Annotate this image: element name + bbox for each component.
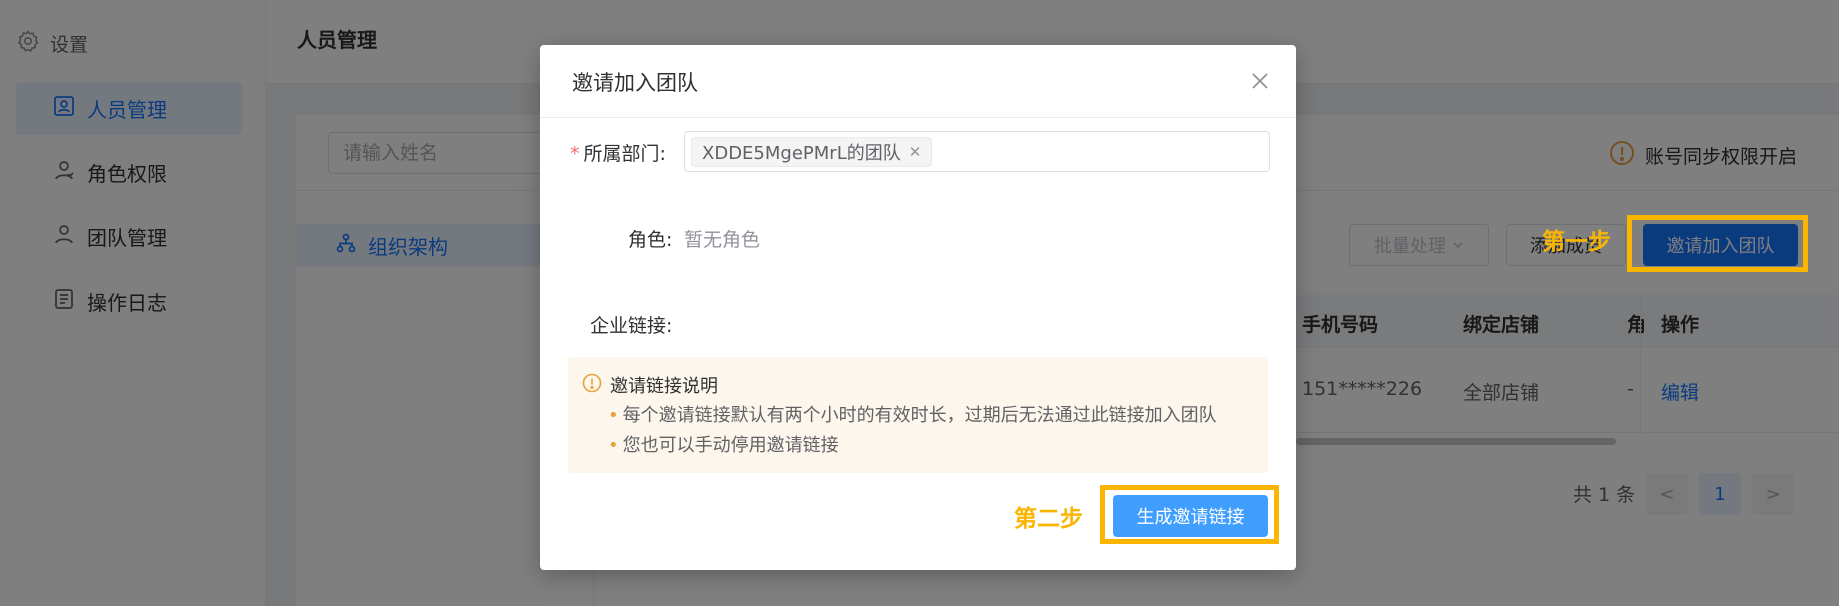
notice-item-text: 每个邀请链接默认有两个小时的有效时长，过期后无法通过此链接加入团队 xyxy=(622,405,1217,426)
dialog-title: 邀请加入团队 xyxy=(572,71,698,95)
bullet: • xyxy=(608,405,619,426)
role-label: 角色: xyxy=(628,229,673,251)
invite-notice: 邀请链接说明 • 每个邀请链接默认有两个小时的有效时长，过期后无法通过此链接加入团… xyxy=(568,357,1268,473)
dept-label: * 所属部门: xyxy=(570,139,666,166)
tag-close-icon[interactable]: ✕ xyxy=(909,143,922,161)
dept-tag: XDDE5MgePMrL的团队 ✕ xyxy=(691,137,933,167)
notice-title: 邀请链接说明 xyxy=(610,376,718,397)
divider xyxy=(540,117,1296,118)
close-icon[interactable] xyxy=(1246,67,1274,95)
highlight-box-step1 xyxy=(1627,215,1808,272)
role-value: 暂无角色 xyxy=(684,229,761,251)
dept-tag-label: XDDE5MgePMrL的团队 xyxy=(702,143,901,164)
notice-item-text: 您也可以手动停用邀请链接 xyxy=(622,435,839,456)
notice-item: • 每个邀请链接默认有两个小时的有效时长，过期后无法通过此链接加入团队 xyxy=(608,401,1217,427)
bullet: • xyxy=(608,435,619,456)
dept-label-text: 所属部门: xyxy=(583,143,666,165)
info-icon xyxy=(582,373,602,398)
step2-annotation: 第二步 xyxy=(1014,506,1083,532)
generate-link-button[interactable]: 生成邀请链接 xyxy=(1113,495,1268,537)
step1-annotation: 第一步 xyxy=(1542,229,1611,255)
invite-dialog: 邀请加入团队 * 所属部门: XDDE5MgePMrL的团队 ✕ 角色: 暂无角色… xyxy=(540,45,1296,570)
required-asterisk: * xyxy=(570,143,580,165)
link-label: 企业链接: xyxy=(590,315,673,337)
notice-item: • 您也可以手动停用邀请链接 xyxy=(608,431,839,457)
dept-select[interactable]: XDDE5MgePMrL的团队 ✕ xyxy=(684,131,1270,172)
